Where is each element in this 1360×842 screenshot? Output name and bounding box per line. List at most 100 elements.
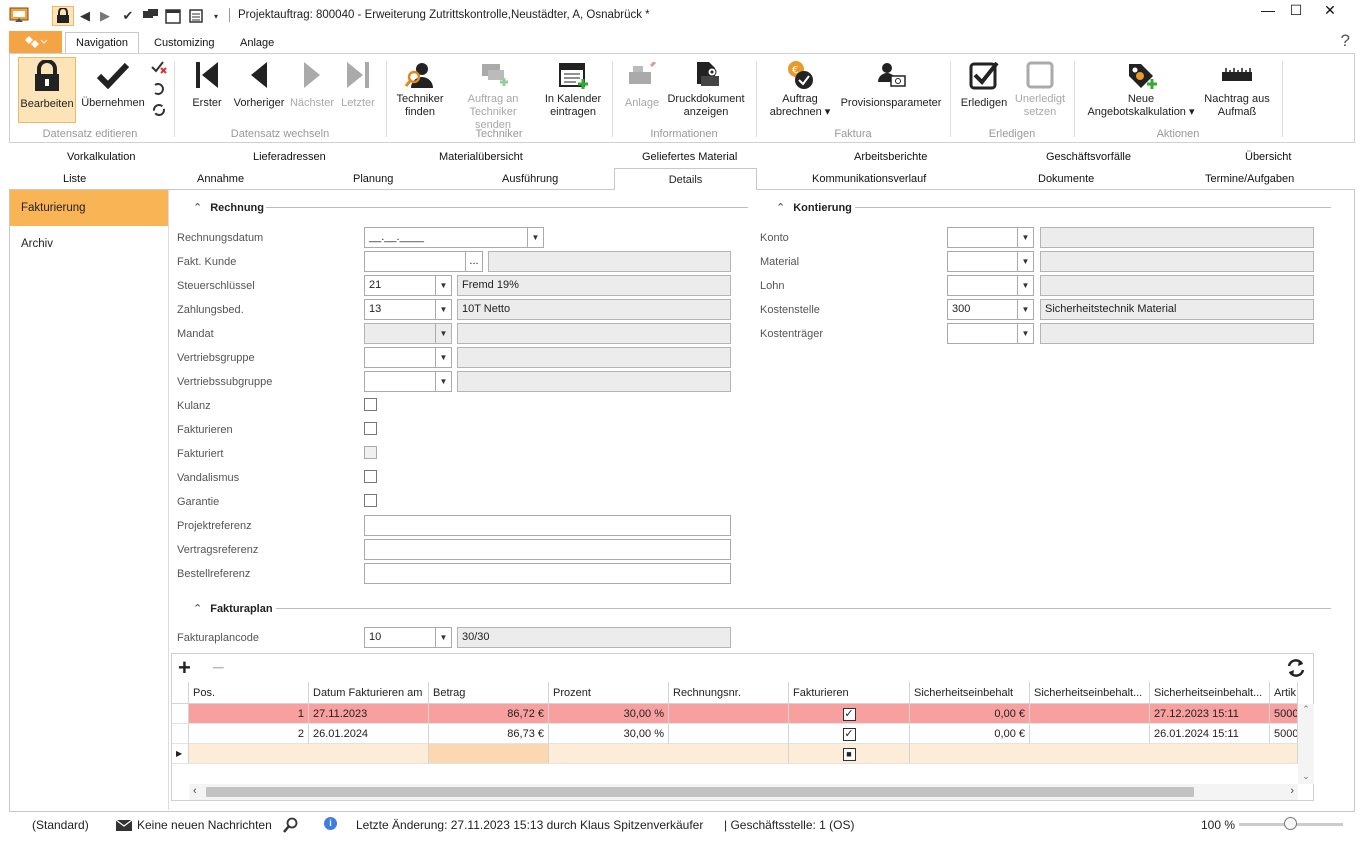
column-header-rechnungsnr[interactable]: Rechnungsnr.	[669, 682, 789, 704]
cell-artikel[interactable]: 5000	[1270, 724, 1298, 744]
vertriebssubgruppe-select[interactable]: ▼	[364, 371, 452, 392]
scroll-up-icon[interactable]: ⌃	[1298, 704, 1314, 715]
chevron-down-icon[interactable]: ▼	[435, 372, 451, 391]
tab-materialuebersicht[interactable]: Materialübersicht	[439, 151, 523, 163]
chevron-down-icon[interactable]: ▼	[435, 348, 451, 367]
fakt-kunde-lookup-button[interactable]: ...	[465, 251, 483, 272]
cell-rechnungsnr[interactable]	[669, 704, 789, 724]
maximize-button[interactable]: ☐	[1281, 2, 1311, 22]
techniker-finden-button[interactable]: Techniker finden	[392, 57, 448, 123]
cell-betrag[interactable]: 86,73 €	[429, 724, 549, 744]
material-select[interactable]: ▼	[947, 251, 1034, 272]
chevron-down-icon[interactable]: ▼	[1017, 300, 1033, 319]
column-header-sicherheitseinbehalt-3[interactable]: Sicherheitseinbehalt...	[1150, 682, 1270, 704]
steuerschluessel-select[interactable]: 21 ▼	[364, 275, 452, 296]
new-row-cell[interactable]	[549, 744, 789, 764]
naechster-button[interactable]: Nächster	[288, 57, 336, 123]
help-icon[interactable]: ?	[1341, 31, 1350, 51]
indeterminate-checkbox[interactable]: ■	[842, 747, 856, 761]
scroll-down-icon[interactable]: ⌄	[1298, 771, 1314, 782]
tab-anlage[interactable]: Anlage	[230, 33, 284, 53]
checkmark-icon[interactable]: ✔	[120, 6, 136, 26]
messages-icon[interactable]	[142, 6, 160, 26]
cell-betrag[interactable]: 86,72 €	[429, 704, 549, 724]
column-header-sicherheitseinbehalt[interactable]: Sicherheitseinbehalt	[910, 682, 1030, 704]
minimize-button[interactable]: —	[1253, 2, 1283, 22]
projektreferenz-field[interactable]	[364, 515, 731, 536]
erster-button[interactable]: Erster	[184, 57, 230, 123]
column-header-fakturieren[interactable]: Fakturieren	[789, 682, 910, 704]
chevron-down-icon[interactable]: ▼	[527, 228, 543, 247]
vorheriger-button[interactable]: Vorheriger	[230, 57, 288, 123]
back-arrow-icon[interactable]: ◀	[78, 6, 92, 26]
fakturaplancode-select[interactable]: 10 ▼	[364, 627, 452, 648]
konto-select[interactable]: ▼	[947, 227, 1034, 248]
column-header-artikel[interactable]: Artik	[1270, 682, 1298, 704]
scroll-right-icon[interactable]: ›	[1290, 785, 1294, 797]
tab-annahme[interactable]: Annahme	[197, 173, 244, 185]
cell-prozent[interactable]: 30,00 %	[549, 724, 669, 744]
new-row-cell[interactable]	[429, 744, 549, 764]
kostentraeger-select[interactable]: ▼	[947, 323, 1034, 344]
neue-angebotskalkulation-button[interactable]: Neue Angebotskalkulation ▾	[1084, 57, 1198, 123]
chevron-down-icon[interactable]: ▼	[1017, 252, 1033, 271]
tab-kommunikationsverlauf[interactable]: Kommunikationsverlauf	[812, 173, 926, 185]
vandalismus-checkbox[interactable]	[364, 470, 377, 483]
tab-geschaeftsvorfaelle[interactable]: Geschäftsvorfälle	[1046, 151, 1131, 163]
cell-sicherheitseinbehalt-3[interactable]: 27.12.2023 15:11	[1150, 704, 1270, 724]
column-header-prozent[interactable]: Prozent	[549, 682, 669, 704]
cell-artikel[interactable]: 5000	[1270, 704, 1298, 724]
cell-datum[interactable]: 26.01.2024	[309, 724, 429, 744]
cell-pos[interactable]: 1	[189, 704, 309, 724]
fakturieren-checkbox[interactable]: ✓	[842, 707, 856, 721]
zoom-slider-thumb[interactable]	[1284, 817, 1297, 830]
in-kalender-eintragen-button[interactable]: In Kalender eintragen	[540, 57, 606, 123]
tab-lieferadressen[interactable]: Lieferadressen	[253, 151, 326, 163]
uebernehmen-button[interactable]: Übernehmen	[80, 57, 146, 123]
kulanz-checkbox[interactable]	[364, 398, 377, 411]
auftrag-an-techniker-senden-button[interactable]: Auftrag an Techniker senden	[450, 57, 536, 131]
horizontal-scrollbar[interactable]: ‹ ›	[189, 784, 1298, 800]
chevron-down-icon[interactable]: ▼	[435, 628, 451, 647]
nachtrag-aus-aufmass-button[interactable]: Nachtrag aus Aufmaß	[1202, 57, 1272, 123]
row-selector[interactable]	[172, 724, 189, 744]
tab-arbeitsberichte[interactable]: Arbeitsberichte	[854, 151, 927, 163]
horizontal-scroll-thumb[interactable]	[206, 787, 1194, 797]
druckdokument-anzeigen-button[interactable]: Druckdokument anzeigen	[664, 57, 748, 123]
vertriebsgruppe-select[interactable]: ▼	[364, 347, 452, 368]
provisionsparameter-button[interactable]: Provisionsparameter	[838, 57, 944, 123]
add-row-icon[interactable]: +	[178, 657, 191, 679]
chevron-down-icon[interactable]: ▼	[435, 300, 451, 319]
nav-item-fakturierung[interactable]: Fakturierung	[10, 190, 168, 226]
vertical-scrollbar[interactable]: ⌃ ⌄	[1298, 704, 1314, 784]
bearbeiten-button[interactable]: Bearbeiten	[18, 57, 76, 123]
forward-arrow-icon[interactable]: ▶	[98, 6, 112, 26]
lock-icon[interactable]	[52, 6, 74, 26]
tab-vorkalkulation[interactable]: Vorkalkulation	[67, 151, 136, 163]
remove-row-icon[interactable]: −	[212, 657, 225, 679]
calendar-icon[interactable]	[164, 6, 182, 26]
layout-status[interactable]: (Standard)	[32, 818, 89, 832]
nav-item-archiv[interactable]: Archiv	[10, 226, 168, 262]
cell-rechnungsnr[interactable]	[669, 724, 789, 744]
chevron-down-icon[interactable]: ▼	[1017, 228, 1033, 247]
tab-dokumente[interactable]: Dokumente	[1038, 173, 1094, 185]
cell-pos[interactable]: 2	[189, 724, 309, 744]
lohn-select[interactable]: ▼	[947, 275, 1034, 296]
bestellreferenz-field[interactable]	[364, 563, 731, 584]
column-header-sicherheitseinbehalt-2[interactable]: Sicherheitseinbehalt...	[1030, 682, 1150, 704]
fakturieren-checkbox[interactable]: ✓	[842, 727, 856, 741]
tab-navigation[interactable]: Navigation	[65, 32, 139, 54]
tab-liste[interactable]: Liste	[63, 173, 86, 185]
section-header-fakturaplan[interactable]: ⌃ Fakturaplan	[193, 602, 273, 615]
new-row-cell[interactable]	[910, 744, 1298, 764]
fakturieren-checkbox[interactable]	[364, 422, 377, 435]
erledigen-button[interactable]: Erledigen	[956, 57, 1012, 123]
scroll-left-icon[interactable]: ‹	[193, 785, 197, 797]
search-icon[interactable]	[283, 817, 299, 836]
cell-sicherheitseinbehalt[interactable]: 0,00 €	[910, 724, 1030, 744]
cell-fakturieren[interactable]: ✓	[789, 704, 910, 724]
kostenstelle-select[interactable]: 300 ▼	[947, 299, 1034, 320]
cell-sicherheitseinbehalt-3[interactable]: 26.01.2024 15:11	[1150, 724, 1270, 744]
cell-sicherheitseinbehalt[interactable]: 0,00 €	[910, 704, 1030, 724]
